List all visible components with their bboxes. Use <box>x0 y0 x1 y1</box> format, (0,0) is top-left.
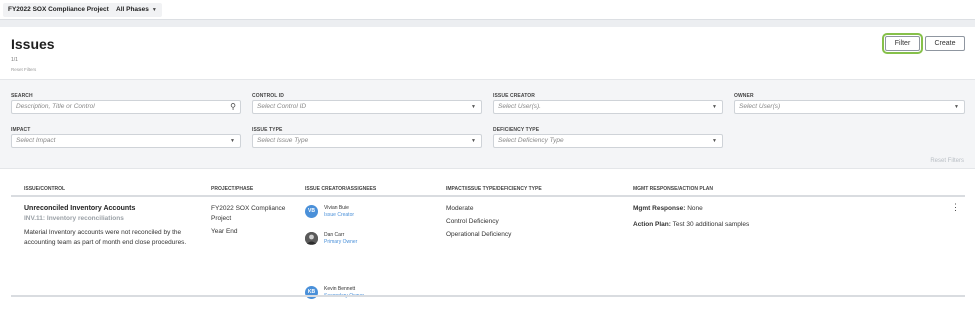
result-count: 1/1 <box>11 57 18 63</box>
deficiency-type-placeholder: Select Deficiency Type <box>498 137 564 144</box>
column-header-project-phase[interactable]: PROJECT/PHASE <box>211 186 253 192</box>
phase-selector-label: All Phases <box>116 6 149 13</box>
impact-placeholder: Select Impact <box>16 137 56 144</box>
search-input[interactable]: Description, Title or Control ⚲ <box>11 100 241 114</box>
mgmt-response-label: Mgmt Response: <box>633 205 686 212</box>
table-header: ISSUE/CONTROL PROJECT/PHASE ISSUE CREATO… <box>11 184 965 197</box>
owner-placeholder: Select User(s) <box>739 103 781 110</box>
project-phase-cell: FY2022 SOX Compliance Project Year End <box>211 204 301 237</box>
issue-type-label: ISSUE TYPE <box>252 127 283 133</box>
issue-description: Material Inventory accounts were not rec… <box>24 229 187 246</box>
chevron-down-icon: ▼ <box>230 138 235 144</box>
avatar: VB <box>305 205 318 218</box>
column-header-mgmt-response[interactable]: MGMT RESPONSE/ACTION PLAN <box>633 186 713 192</box>
search-icon[interactable]: ⚲ <box>230 101 236 113</box>
filter-area: SEARCH Description, Title or Control ⚲ C… <box>0 79 975 169</box>
owner-select[interactable]: Select User(s) ▼ <box>734 100 965 114</box>
reset-filters-link-top[interactable]: Reset Filters <box>11 67 36 72</box>
control-id-select[interactable]: Select Control ID ▼ <box>252 100 482 114</box>
table-row[interactable]: Unreconciled Inventory Accounts INV.11: … <box>11 199 965 299</box>
issue-creator-select[interactable]: Select User(s). ▼ <box>493 100 723 114</box>
issue-type-select[interactable]: Select Issue Type ▼ <box>252 134 482 148</box>
chevron-down-icon: ▼ <box>151 7 157 13</box>
impact-cell: Moderate Control Deficiency Operational … <box>446 204 626 240</box>
chevron-down-icon: ▼ <box>712 104 717 110</box>
chevron-down-icon: ▼ <box>954 104 959 110</box>
person-name: Vivian Buie <box>324 205 349 211</box>
top-bar: FY2022 SOX Compliance Project▼ All Phase… <box>0 0 975 20</box>
avatar: KB <box>305 286 318 299</box>
owner-label: OWNER <box>734 93 754 99</box>
project-selector-label: FY2022 SOX Compliance Project <box>8 6 109 13</box>
mgmt-response-value: None <box>687 205 703 212</box>
issue-type-value: Control Deficiency <box>446 218 499 225</box>
issue-creator-placeholder: Select User(s). <box>498 103 541 110</box>
control-link[interactable]: INV.11: Inventory reconciliations <box>24 214 204 224</box>
column-header-impact-type[interactable]: IMPACT/ISSUE TYPE/DEFICIENCY TYPE <box>446 186 542 192</box>
chevron-down-icon: ▼ <box>471 138 476 144</box>
action-plan-label: Action Plan: <box>633 221 671 228</box>
project-name: FY2022 SOX Compliance Project <box>211 205 286 222</box>
page-title: Issues <box>11 36 55 52</box>
issues-panel: Issues 1/1 Reset Filters Filter Create S… <box>0 27 975 317</box>
control-id-label: CONTROL ID <box>252 93 285 99</box>
avatar-photo <box>305 232 318 245</box>
chevron-down-icon: ▼ <box>712 138 717 144</box>
issue-control-cell: Unreconciled Inventory Accounts INV.11: … <box>24 204 204 248</box>
mgmt-response-cell: Mgmt Response: None Action Plan: Test 30… <box>633 204 933 230</box>
search-label: SEARCH <box>11 93 33 99</box>
control-id-placeholder: Select Control ID <box>257 103 307 110</box>
filter-button[interactable]: Filter <box>882 33 923 54</box>
project-selector[interactable]: FY2022 SOX Compliance Project▼ <box>3 3 122 17</box>
person-name: Kevin Bennett <box>324 286 356 292</box>
phase-selector[interactable]: All Phases ▼ <box>111 3 162 17</box>
deficiency-type-label: DEFICIENCY TYPE <box>493 127 540 133</box>
phase-name: Year End <box>211 228 238 235</box>
issue-creator-label: ISSUE CREATOR <box>493 93 535 99</box>
search-placeholder: Description, Title or Control <box>16 103 95 110</box>
deficiency-type-value: Operational Deficiency <box>446 231 512 238</box>
user-photo-icon <box>305 232 318 245</box>
action-plan-value: Test 30 additional samples <box>672 221 750 228</box>
column-header-issue-control[interactable]: ISSUE/CONTROL <box>24 186 65 192</box>
impact-label: IMPACT <box>11 127 31 133</box>
impact-value: Moderate <box>446 205 474 212</box>
impact-select[interactable]: Select Impact ▼ <box>11 134 241 148</box>
person-name: Dan Carr <box>324 232 345 238</box>
more-options-icon[interactable]: ⋮ <box>951 203 960 212</box>
create-button[interactable]: Create <box>925 36 965 51</box>
deficiency-type-select[interactable]: Select Deficiency Type ▼ <box>493 134 723 148</box>
issue-title[interactable]: Unreconciled Inventory Accounts <box>24 204 204 214</box>
person-role: Issue Creator <box>324 212 355 218</box>
chevron-down-icon: ▼ <box>471 104 476 110</box>
person-role: Primary Owner <box>324 239 358 245</box>
table-divider <box>11 295 965 297</box>
issue-type-placeholder: Select Issue Type <box>257 137 309 144</box>
reset-filters-link[interactable]: Reset Filters <box>930 158 964 164</box>
column-header-assignees[interactable]: ISSUE CREATOR/ASSIGNEES <box>305 186 376 192</box>
